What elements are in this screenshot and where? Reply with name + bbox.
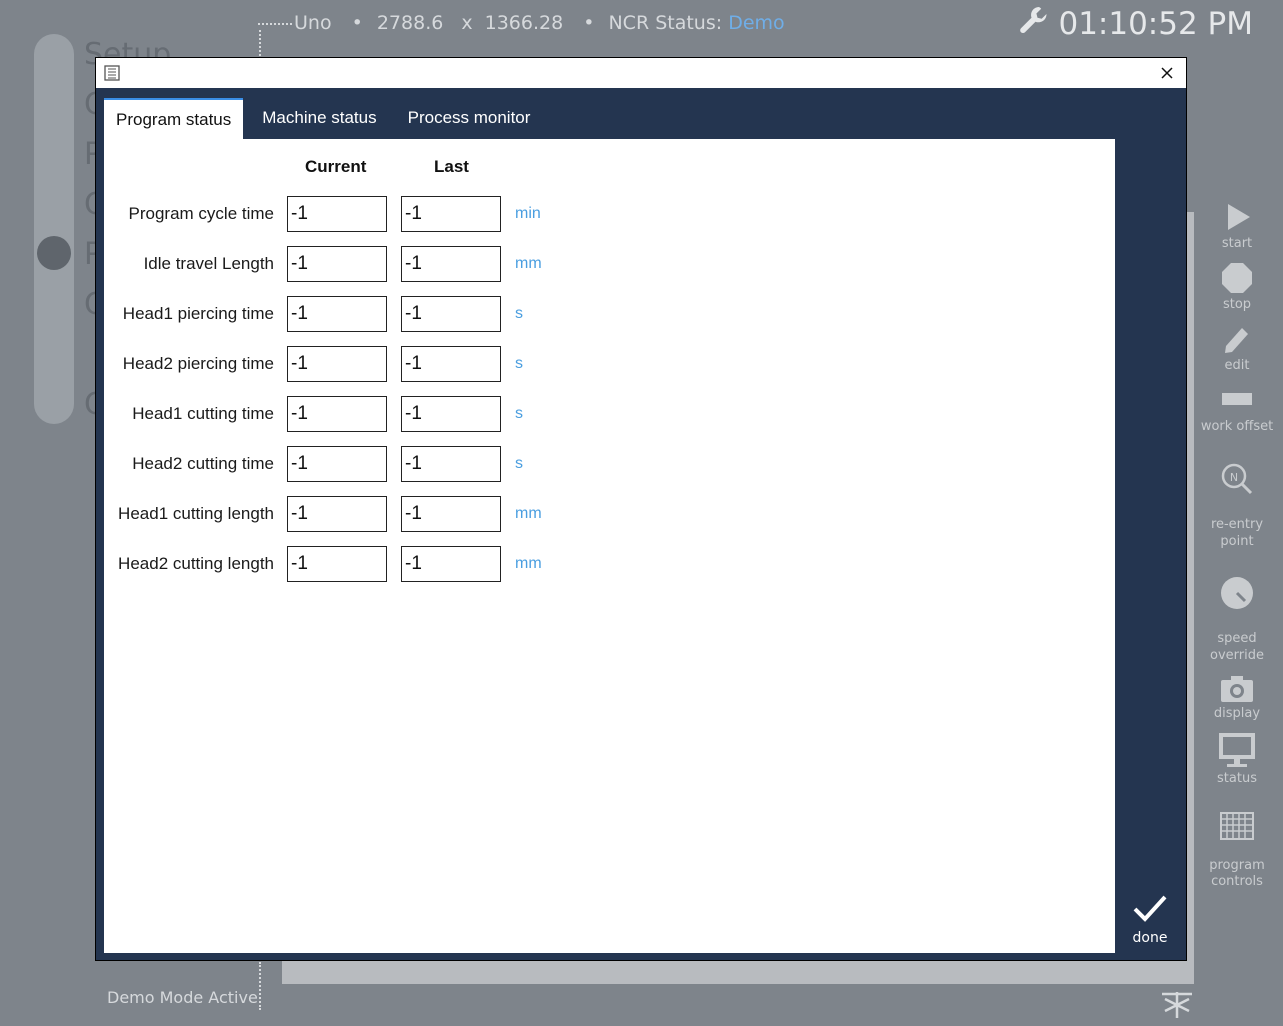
current-value-field[interactable] [287, 496, 387, 532]
tab-process-monitor[interactable]: Process monitor [396, 98, 543, 138]
ncr-status-value: Demo [728, 12, 785, 34]
left-scroll-knob[interactable] [37, 236, 71, 270]
current-value-field[interactable] [287, 296, 387, 332]
unit-label: s [515, 405, 523, 422]
clock: 01:10:52 PM [1018, 4, 1253, 44]
divider [259, 962, 261, 1010]
program-controls-button[interactable]: program controls [1196, 796, 1278, 890]
speed-override-button[interactable]: speed override [1196, 558, 1278, 664]
start-label: start [1221, 236, 1253, 251]
last-value-field[interactable] [401, 446, 501, 482]
divider [259, 30, 261, 56]
unit-label: mm [515, 505, 542, 522]
status-label: status [1217, 771, 1257, 786]
unit-label: min [515, 205, 541, 222]
close-icon[interactable] [1156, 62, 1178, 84]
speed-override-label: speed override [1210, 631, 1264, 663]
pencil-icon [1225, 328, 1248, 353]
demo-mode-label: Demo Mode Active [107, 988, 258, 1007]
tab-program-status[interactable]: Program status [104, 98, 244, 140]
reentry-point-button[interactable]: N re-entry point [1196, 444, 1278, 550]
row-label: Head1 cutting time [132, 404, 274, 423]
dialog-titlebar[interactable] [96, 58, 1186, 88]
last-value-field[interactable] [401, 196, 501, 232]
last-value-field[interactable] [401, 296, 501, 332]
row-label: Program cycle time [128, 204, 274, 223]
camera-icon [1221, 676, 1253, 702]
tab-machine-status[interactable]: Machine status [250, 98, 388, 138]
current-value-field[interactable] [287, 546, 387, 582]
row-label: Head2 piercing time [122, 354, 274, 373]
unit-label: mm [515, 255, 542, 272]
checkmark-icon [1133, 895, 1167, 922]
last-column-header: Last [434, 157, 469, 176]
current-value-field[interactable] [287, 196, 387, 232]
unit-label: mm [515, 555, 542, 572]
svg-text:N: N [1230, 471, 1238, 484]
row-label: Head2 cutting length [118, 554, 274, 573]
stop-icon [1222, 263, 1252, 293]
y-position: 1366.28 [484, 12, 564, 34]
x-position: 2788.6 [376, 12, 444, 34]
reentry-point-label: re-entry point [1210, 517, 1264, 549]
unit-label: s [515, 305, 523, 322]
stop-label: stop [1222, 297, 1252, 312]
tab-bar: Program status Machine status Process mo… [104, 98, 549, 140]
unit-label: s [515, 455, 523, 472]
work-offset-label: work offset [1200, 419, 1274, 434]
last-value-field[interactable] [401, 396, 501, 432]
current-value-field[interactable] [287, 446, 387, 482]
row-label: Head1 cutting length [118, 504, 274, 523]
program-controls-label: program controls [1209, 858, 1265, 889]
reentry-icon: N [1221, 463, 1253, 495]
row-label: Head2 cutting time [132, 454, 274, 473]
edit-button[interactable]: edit [1196, 322, 1278, 373]
machine-name: Uno [294, 12, 332, 34]
stop-button[interactable]: stop [1196, 261, 1278, 312]
display-button[interactable]: display [1196, 674, 1278, 721]
row-label: Head1 piercing time [122, 304, 274, 323]
left-scroll-rail[interactable] [34, 34, 74, 424]
current-value-field[interactable] [287, 346, 387, 382]
current-column-header: Current [305, 157, 367, 176]
last-value-field[interactable] [401, 546, 501, 582]
program-status-panel: Current Last Program cycle time min Idle… [104, 139, 1115, 953]
status-topbar: Uno • 2788.6 x 1366.28 • NCR Status: Demo [258, 12, 785, 38]
last-value-field[interactable] [401, 246, 501, 282]
document-icon [104, 65, 120, 85]
status-button[interactable]: status [1196, 731, 1278, 786]
display-label: display [1213, 706, 1261, 721]
last-value-field[interactable] [401, 346, 501, 382]
row-label: Idle travel Length [143, 254, 274, 273]
gauge-icon [1221, 577, 1253, 609]
grid-icon [1220, 812, 1254, 840]
current-value-field[interactable] [287, 396, 387, 432]
wrench-icon[interactable] [1018, 4, 1050, 44]
status-dialog: Program status Machine status Process mo… [95, 57, 1187, 961]
done-label: done [1132, 930, 1168, 946]
ncr-status-label: NCR Status: [608, 12, 723, 34]
work-offset-button[interactable]: work offset [1196, 383, 1278, 434]
right-toolbar: start stop edit work offset N re-entry p… [1196, 200, 1278, 896]
play-icon [1228, 204, 1250, 230]
asterisk-icon[interactable] [1160, 988, 1194, 1026]
start-button[interactable]: start [1196, 200, 1278, 251]
current-value-field[interactable] [287, 246, 387, 282]
coord-separator: x [461, 12, 473, 34]
last-value-field[interactable] [401, 496, 501, 532]
clock-time: 01:10:52 PM [1058, 6, 1253, 42]
monitor-icon [1219, 733, 1255, 767]
unit-label: s [515, 355, 523, 372]
offset-icon [1222, 393, 1252, 405]
done-button[interactable]: done [1122, 892, 1178, 946]
edit-label: edit [1224, 358, 1250, 373]
